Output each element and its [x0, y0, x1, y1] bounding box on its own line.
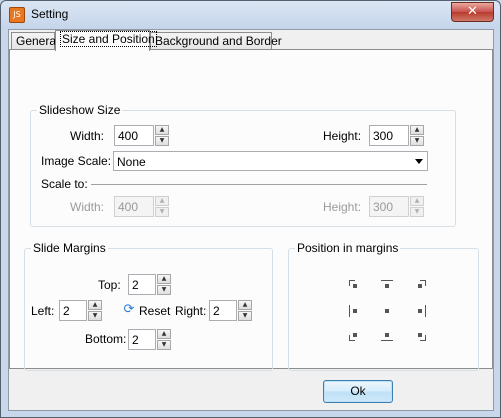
ok-button[interactable]: Ok — [323, 380, 393, 403]
settings-window: JS Setting ✕ General Size and Position B… — [0, 0, 501, 418]
height-down-arrow-icon[interactable]: ▼ — [410, 136, 424, 146]
left-label: Left: — [31, 304, 55, 318]
position-middle-left[interactable] — [349, 305, 361, 317]
right-up-arrow-icon[interactable]: ▲ — [238, 300, 252, 310]
width-spinbox[interactable]: 400 ▲ ▼ — [114, 125, 169, 146]
slideshow-size-group: Slideshow Size Width: 400 ▲ ▼ Height: 30… — [30, 103, 456, 227]
bottom-margin-spinbox[interactable]: 2 ▲ ▼ — [128, 329, 171, 350]
tab-label: General — [16, 34, 59, 48]
position-top-left[interactable] — [349, 280, 361, 292]
image-scale-dropdown[interactable]: None — [113, 151, 428, 171]
left-margin-value: 2 — [63, 304, 70, 318]
height-label: Height: — [323, 129, 362, 143]
dot-icon — [418, 333, 422, 337]
bottom-down-arrow-icon[interactable]: ▼ — [157, 340, 171, 350]
slide-margins-group: Slide Margins Top: 2 ▲ ▼ Left: 2 ▲ ▼ ⟳ R… — [24, 241, 273, 371]
image-scale-label: Image Scale: — [41, 154, 112, 168]
position-bottom-left[interactable] — [349, 329, 361, 341]
tab-panel: Slideshow Size Width: 400 ▲ ▼ Height: 30… — [9, 49, 493, 371]
right-margin-spinbox[interactable]: 2 ▲ ▼ — [209, 300, 252, 321]
scale-width-spinbox[interactable]: 400 ▲ ▼ — [114, 196, 169, 217]
height-spinbox[interactable]: 300 ▲ ▼ — [369, 125, 424, 146]
dot-icon — [385, 309, 389, 313]
position-middle-right[interactable] — [414, 305, 426, 317]
tab-background-and-border[interactable]: Background and Border — [150, 32, 282, 50]
reset-button[interactable]: ⟳ Reset — [122, 301, 171, 319]
scale-to-label: Scale to: — [41, 177, 88, 191]
bottom-margin-value: 2 — [132, 333, 139, 347]
width-value: 400 — [118, 129, 139, 143]
tab-strip: General Size and Position Background and… — [9, 30, 493, 51]
position-bottom-right[interactable] — [414, 329, 426, 341]
top-margin-spinbox[interactable]: 2 ▲ ▼ — [128, 274, 171, 295]
width-up-arrow-icon[interactable]: ▲ — [155, 125, 169, 135]
dialog-client: General Size and Position Background and… — [8, 29, 494, 411]
tab-label: Background and Border — [155, 34, 282, 48]
slide-margins-title: Slide Margins — [31, 241, 108, 255]
slideshow-size-title: Slideshow Size — [37, 103, 123, 117]
dot-icon — [353, 333, 357, 337]
dot-icon — [385, 284, 389, 288]
left-up-arrow-icon[interactable]: ▲ — [88, 300, 102, 310]
height-value: 300 — [373, 129, 394, 143]
dot-icon — [385, 333, 389, 337]
position-top-right[interactable] — [414, 280, 426, 292]
position-center[interactable] — [381, 305, 393, 317]
scale-width-up-arrow-icon[interactable]: ▲ — [155, 196, 169, 206]
scale-width-down-arrow-icon[interactable]: ▼ — [155, 207, 169, 217]
tab-general[interactable]: General — [11, 32, 59, 50]
scale-width-label: Width: — [70, 200, 105, 214]
dot-icon — [418, 284, 422, 288]
tab-size-and-position[interactable]: Size and Position — [55, 30, 157, 51]
position-in-margins-group: Position in margins — [288, 241, 479, 371]
image-scale-value: None — [117, 155, 146, 169]
left-down-arrow-icon[interactable]: ▼ — [88, 311, 102, 321]
top-margin-value: 2 — [132, 278, 139, 292]
right-margin-value: 2 — [213, 304, 220, 318]
height-up-arrow-icon[interactable]: ▲ — [410, 125, 424, 135]
position-bottom-center[interactable] — [381, 329, 393, 341]
width-down-arrow-icon[interactable]: ▼ — [155, 136, 169, 146]
scale-height-label: Height: — [323, 200, 362, 214]
position-top-center[interactable] — [381, 280, 393, 292]
dot-icon — [353, 309, 357, 313]
chevron-down-icon — [415, 159, 423, 164]
tab-label: Size and Position — [60, 31, 157, 47]
reset-label: Reset — [139, 304, 171, 318]
close-button[interactable]: ✕ — [451, 2, 494, 22]
dot-icon — [418, 309, 422, 313]
bottom-label: Bottom: — [85, 332, 127, 346]
scale-height-up-arrow-icon[interactable]: ▲ — [410, 196, 424, 206]
scale-to-divider — [91, 184, 427, 185]
position-in-margins-title: Position in margins — [295, 241, 401, 255]
right-down-arrow-icon[interactable]: ▼ — [238, 311, 252, 321]
scale-width-value: 400 — [118, 200, 139, 214]
scale-height-spinbox[interactable]: 300 ▲ ▼ — [369, 196, 424, 217]
scale-height-value: 300 — [373, 200, 394, 214]
right-label: Right: — [175, 304, 207, 318]
app-icon: JS — [9, 7, 25, 23]
scale-height-down-arrow-icon[interactable]: ▼ — [410, 207, 424, 217]
window-title: Setting — [31, 7, 69, 21]
top-down-arrow-icon[interactable]: ▼ — [157, 285, 171, 295]
left-margin-spinbox[interactable]: 2 ▲ ▼ — [59, 300, 102, 321]
width-label: Width: — [70, 129, 105, 143]
dot-icon — [353, 284, 357, 288]
top-up-arrow-icon[interactable]: ▲ — [157, 274, 171, 284]
top-label: Top: — [98, 278, 121, 292]
refresh-icon: ⟳ — [123, 302, 135, 317]
bottom-up-arrow-icon[interactable]: ▲ — [157, 329, 171, 339]
title-bar: JS Setting ✕ — [1, 1, 500, 29]
